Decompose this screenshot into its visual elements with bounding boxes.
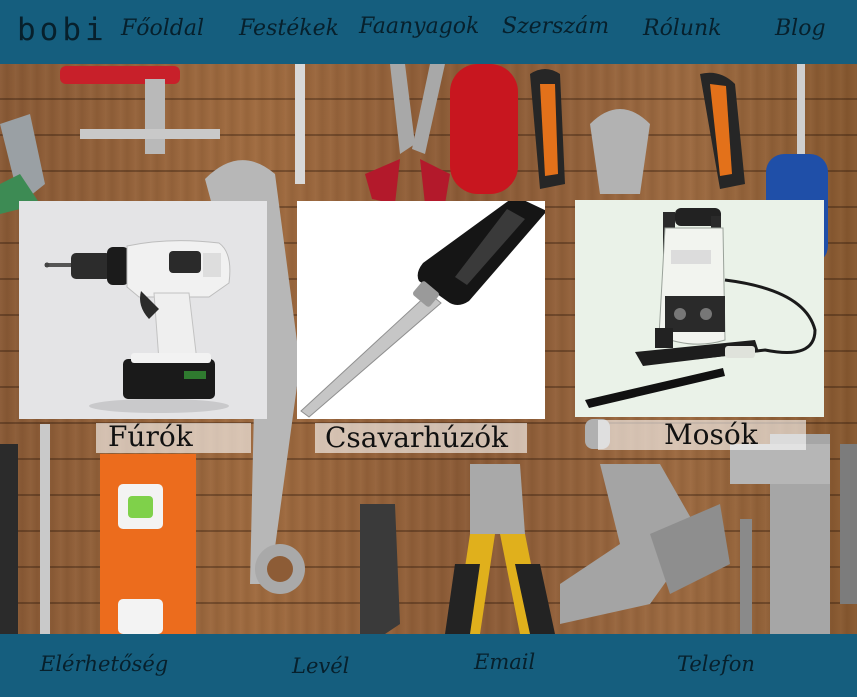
nav-item-rolunk[interactable]: Rólunk bbox=[643, 14, 722, 44]
product-label-drill[interactable]: Fúrók bbox=[108, 420, 193, 454]
footer-link-level[interactable]: Levél bbox=[292, 652, 349, 680]
product-card-drill[interactable] bbox=[19, 201, 267, 419]
product-card-pressure-washer[interactable] bbox=[575, 200, 824, 417]
footer-link-email[interactable]: Email bbox=[474, 648, 535, 676]
footer-link-elerhetoseg[interactable]: Elérhetőség bbox=[40, 650, 168, 678]
product-label-pressure-washer[interactable]: Mosók bbox=[664, 418, 758, 452]
nav-item-szerszam[interactable]: Szerszám bbox=[502, 12, 609, 42]
footer-bar: Elérhetőség Levél Email Telefon bbox=[0, 634, 857, 697]
nav-item-faanyagok[interactable]: Faanyagok bbox=[359, 12, 479, 42]
site-logo[interactable]: bobi bbox=[17, 10, 108, 50]
pressure-washer-icon bbox=[575, 200, 824, 417]
product-card-screwdriver[interactable] bbox=[297, 201, 545, 419]
top-navigation-bar: bobi Főoldal Festékek Faanyagok Szerszám… bbox=[0, 0, 857, 64]
product-label-screwdriver[interactable]: Csavarhúzók bbox=[325, 421, 508, 455]
nav-item-fooldal[interactable]: Főoldal bbox=[121, 14, 204, 44]
screwdriver-icon bbox=[297, 201, 545, 419]
drill-icon bbox=[19, 201, 267, 419]
nav-item-blog[interactable]: Blog bbox=[775, 14, 826, 44]
nav-item-festekek[interactable]: Festékek bbox=[239, 14, 339, 44]
footer-link-telefon[interactable]: Telefon bbox=[677, 650, 755, 678]
